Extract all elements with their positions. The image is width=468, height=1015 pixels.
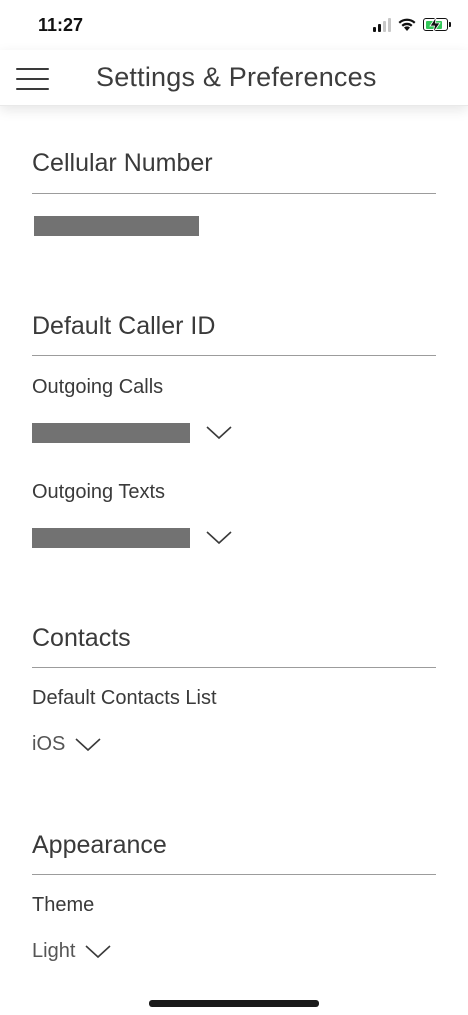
divider	[32, 667, 436, 668]
theme-label: Theme	[32, 894, 95, 916]
section-title-default-caller-id: Default Caller ID	[32, 312, 216, 340]
section-title-appearance: Appearance	[32, 831, 167, 859]
divider	[32, 874, 436, 875]
wifi-icon	[398, 18, 416, 31]
status-time: 11:27	[38, 15, 84, 35]
home-indicator	[149, 1000, 319, 1007]
default-contacts-list-label: Default Contacts List	[32, 687, 217, 709]
chevron-down-icon	[75, 737, 101, 751]
default-contacts-list-value: iOS	[32, 733, 66, 755]
divider	[32, 355, 436, 356]
battery-charging-icon	[423, 17, 451, 33]
outgoing-texts-label: Outgoing Texts	[32, 481, 166, 503]
hamburger-menu-icon[interactable]	[16, 67, 50, 91]
outgoing-texts-value-redacted[interactable]	[32, 528, 190, 548]
divider	[32, 193, 436, 194]
chevron-down-icon[interactable]	[206, 425, 232, 441]
page-title: Settings & Preferences	[96, 62, 377, 92]
default-contacts-list-dropdown[interactable]: iOS	[32, 733, 101, 756]
section-title-contacts: Contacts	[32, 624, 131, 652]
status-bar: 11:27	[0, 0, 468, 50]
app-header: Settings & Preferences	[0, 50, 468, 106]
outgoing-calls-label: Outgoing Calls	[32, 376, 164, 398]
theme-value: Light	[32, 940, 76, 962]
cellular-signal-icon	[373, 17, 391, 32]
theme-dropdown[interactable]: Light	[32, 940, 111, 963]
chevron-down-icon[interactable]	[206, 530, 232, 546]
section-title-cellular-number: Cellular Number	[32, 149, 213, 177]
outgoing-calls-value-redacted[interactable]	[32, 423, 190, 443]
cellular-number-value-redacted	[34, 216, 199, 236]
status-icons	[373, 17, 451, 33]
chevron-down-icon	[85, 944, 111, 958]
